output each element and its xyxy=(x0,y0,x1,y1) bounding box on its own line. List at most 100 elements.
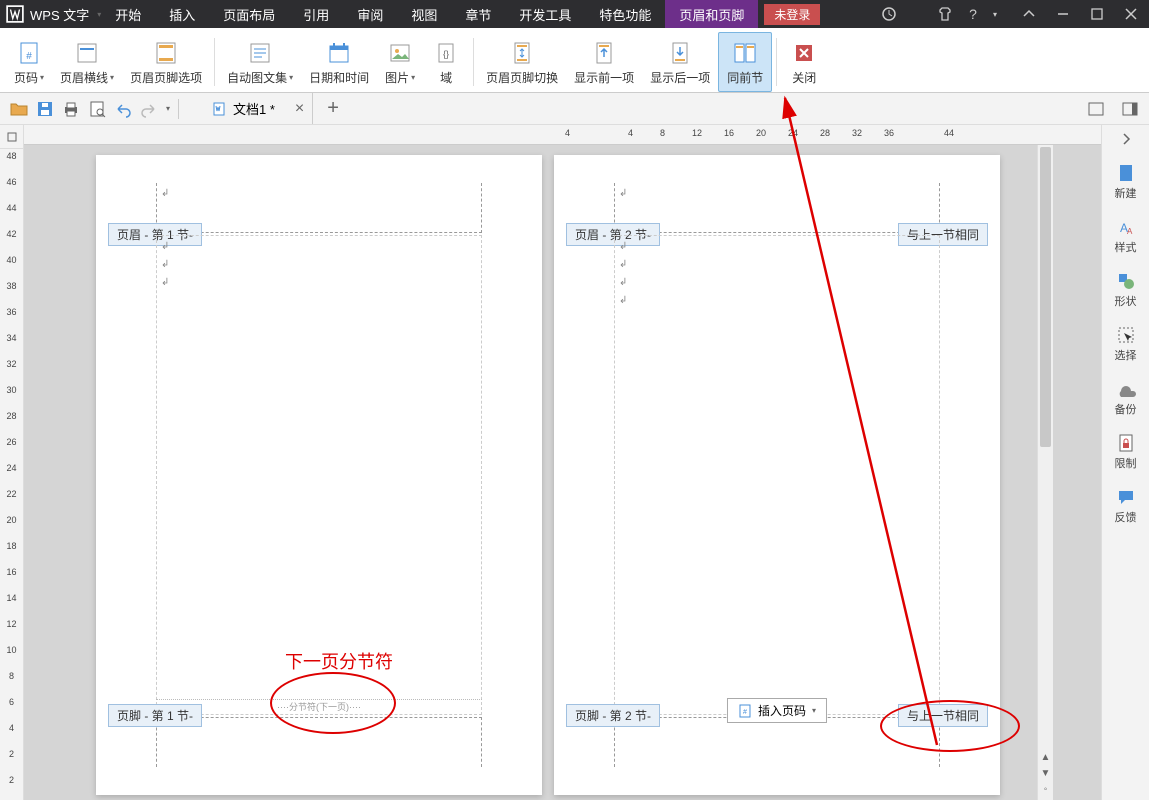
redo-icon[interactable] xyxy=(139,99,159,119)
shape-icon xyxy=(1116,271,1136,291)
vruler-tick: 14 xyxy=(0,593,23,603)
rpanel-select[interactable]: 选择 xyxy=(1102,317,1149,371)
footer-zone-1[interactable] xyxy=(156,717,482,767)
doc-icon xyxy=(211,101,227,117)
ruler-corner xyxy=(0,125,23,149)
panel-toggle-icon[interactable] xyxy=(1120,99,1140,119)
tab-close-icon[interactable]: × xyxy=(295,100,304,118)
hruler-tick: 32 xyxy=(852,128,862,138)
print-preview-icon[interactable] xyxy=(87,99,107,119)
insert-page-number-button[interactable]: # 插入页码 ▾ xyxy=(727,698,827,723)
section-break-marker: ····分节符(下一页)···· xyxy=(156,699,482,713)
vruler-tick: 44 xyxy=(0,203,23,213)
page-number-label: 页码 xyxy=(14,69,38,86)
hruler-tick: 24 xyxy=(788,128,798,138)
vruler-tick: 10 xyxy=(0,645,23,655)
tab-header-footer[interactable]: 页眉和页脚 xyxy=(665,0,758,28)
hf-switch-button[interactable]: 页眉页脚切换 xyxy=(478,32,566,92)
vruler-tick: 32 xyxy=(0,359,23,369)
print-icon[interactable] xyxy=(61,99,81,119)
maximize-icon[interactable] xyxy=(1089,6,1105,22)
tab-reference[interactable]: 引用 xyxy=(289,0,343,28)
open-icon[interactable] xyxy=(9,99,29,119)
tab-view[interactable]: 视图 xyxy=(397,0,451,28)
sync-icon[interactable] xyxy=(881,6,897,22)
show-next-button[interactable]: 显示后一项 xyxy=(642,32,718,92)
tab-section[interactable]: 章节 xyxy=(451,0,505,28)
minimize-icon[interactable] xyxy=(1055,6,1071,22)
ribbon-collapse-icon[interactable] xyxy=(1021,6,1037,22)
rpanel-backup[interactable]: 备份 xyxy=(1102,371,1149,425)
picture-button[interactable]: 图片▾ xyxy=(377,32,423,92)
app-name: WPS 文字 xyxy=(30,5,97,24)
hruler-tick: 4 xyxy=(565,128,570,138)
undo-icon[interactable] xyxy=(113,99,133,119)
document-canvas[interactable]: 4481216202428323644 ↲ 页眉 - 第 1 节- ↲↲↲ ··… xyxy=(24,125,1101,800)
vruler-tick: 12 xyxy=(0,619,23,629)
qa-customize-dropdown[interactable]: ▾ xyxy=(166,104,170,113)
datetime-button[interactable]: 日期和时间 xyxy=(301,32,377,92)
rpanel-style[interactable]: AA样式 xyxy=(1102,209,1149,263)
select-icon xyxy=(1116,325,1136,345)
rpanel-shape[interactable]: 形状 xyxy=(1102,263,1149,317)
scrollbar-thumb[interactable] xyxy=(1040,147,1051,447)
annotation-break-label: 下一页分节符 xyxy=(285,648,393,674)
tab-review[interactable]: 审阅 xyxy=(343,0,397,28)
header-line-label: 页眉横线 xyxy=(60,69,108,86)
page-number-button[interactable]: # 页码▾ xyxy=(6,32,52,92)
field-button[interactable]: {} 域 xyxy=(423,32,469,92)
vruler-tick: 2 xyxy=(0,775,23,785)
header-zone-1[interactable]: ↲ xyxy=(156,183,482,233)
vruler-tick: 16 xyxy=(0,567,23,577)
header-zone-2[interactable]: ↲ xyxy=(614,183,940,233)
feedback-icon xyxy=(1116,487,1136,507)
same-prev-section-button[interactable]: 同前节 xyxy=(718,32,772,92)
tab-layout[interactable]: 页面布局 xyxy=(209,0,289,28)
vertical-scrollbar[interactable]: ▲ ▼ ◦ xyxy=(1037,145,1053,800)
panel-collapse-icon[interactable] xyxy=(1118,131,1134,147)
tab-add-icon[interactable]: + xyxy=(327,97,339,120)
right-panel: 新建 AA样式 形状 选择 备份 限制 反馈 xyxy=(1101,125,1149,800)
close-hf-label: 关闭 xyxy=(792,69,816,86)
footer-zone-2[interactable] xyxy=(614,717,940,767)
help-icon[interactable]: ? xyxy=(965,6,981,22)
skin-icon[interactable] xyxy=(937,6,953,22)
hf-options-button[interactable]: 页眉页脚选项 xyxy=(122,32,210,92)
page-2: ↲ 页眉 - 第 2 节- 与上一节相同 ↲↲↲↲ 页脚 - 第 2 节- 与上… xyxy=(554,155,1000,795)
moon-icon[interactable] xyxy=(909,6,925,22)
body-zone-1: ↲↲↲ xyxy=(156,235,482,715)
rpanel-limit[interactable]: 限制 xyxy=(1102,425,1149,479)
footer-same-tag: 与上一节相同 xyxy=(898,704,988,727)
menu-tabs: 开始 插入 页面布局 引用 审阅 视图 章节 开发工具 特色功能 页眉和页脚 xyxy=(101,0,758,28)
scroll-up-icon[interactable]: ▲ xyxy=(1038,752,1053,768)
close-icon[interactable] xyxy=(1123,6,1139,22)
tab-start[interactable]: 开始 xyxy=(101,0,155,28)
vruler-tick: 4 xyxy=(0,723,23,733)
horizontal-ruler: 4481216202428323644 xyxy=(24,125,1101,145)
quick-access-bar: ▾ 文档1 * × + xyxy=(0,93,1149,125)
document-tab[interactable]: 文档1 * × xyxy=(203,93,313,124)
scroll-page-icon[interactable]: ◦ xyxy=(1038,784,1053,800)
doc-tab-name: 文档1 * xyxy=(233,99,275,118)
scroll-down-icon[interactable]: ▼ xyxy=(1038,768,1053,784)
body-zone-2: ↲↲↲↲ xyxy=(614,235,940,715)
tab-devtools[interactable]: 开发工具 xyxy=(505,0,585,28)
show-prev-button[interactable]: 显示前一项 xyxy=(566,32,642,92)
close-hf-button[interactable]: 关闭 xyxy=(781,32,827,92)
autotext-button[interactable]: 自动图文集▾ xyxy=(219,32,301,92)
header-line-button[interactable]: 页眉横线▾ xyxy=(52,32,122,92)
vruler-tick: 8 xyxy=(0,671,23,681)
hf-switch-label: 页眉页脚切换 xyxy=(486,69,558,86)
vruler-tick: 22 xyxy=(0,489,23,499)
window-mode-icon[interactable] xyxy=(1086,99,1106,119)
tab-special[interactable]: 特色功能 xyxy=(585,0,665,28)
login-status[interactable]: 未登录 xyxy=(764,4,820,25)
help-dropdown[interactable]: ▾ xyxy=(993,10,997,19)
rpanel-feedback[interactable]: 反馈 xyxy=(1102,479,1149,533)
vruler-tick: 26 xyxy=(0,437,23,447)
ribbon: # 页码▾ 页眉横线▾ 页眉页脚选项 自动图文集▾ 日期和时间 图片▾ {} 域… xyxy=(0,28,1149,93)
rpanel-new[interactable]: 新建 xyxy=(1102,155,1149,209)
save-icon[interactable] xyxy=(35,99,55,119)
tab-insert[interactable]: 插入 xyxy=(155,0,209,28)
vruler-tick: 6 xyxy=(0,697,23,707)
